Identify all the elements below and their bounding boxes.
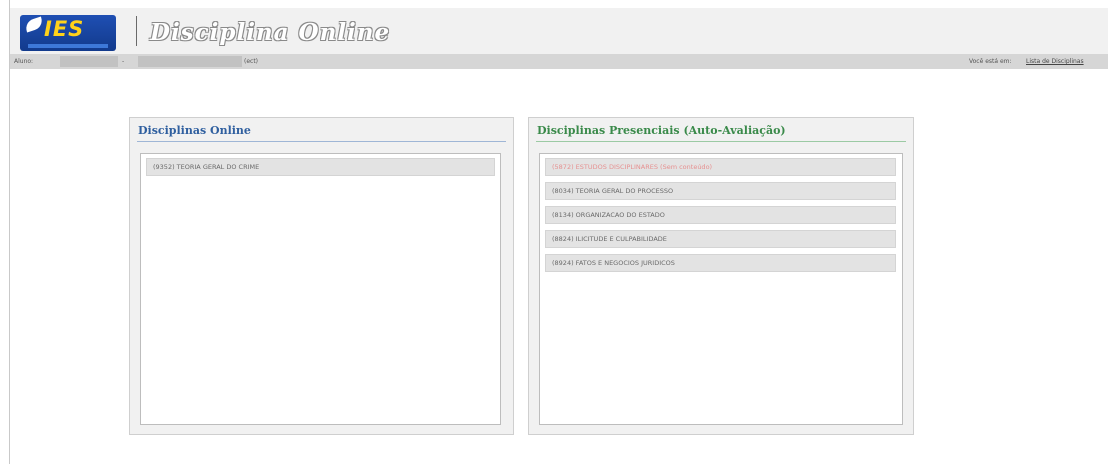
ies-logo: IES <box>20 15 116 51</box>
online-disciplines-panel: Disciplinas Online (9352) TEORIA GERAL D… <box>129 117 514 435</box>
redacted-student-name <box>138 56 242 67</box>
redacted-student-id <box>60 56 118 67</box>
student-code: (ect) <box>244 58 259 65</box>
leaf-icon <box>23 16 45 33</box>
title-divider <box>136 16 137 46</box>
online-disciplines-list: (9352) TEORIA GERAL DO CRIME <box>140 153 501 425</box>
discipline-item[interactable]: (5872) ESTUDOS DISCIPLINARES (Sem conteú… <box>545 158 896 176</box>
logo-strip <box>28 44 108 48</box>
breadcrumb-link[interactable]: Lista de Disciplinas <box>1026 58 1084 65</box>
student-label: Aluno: <box>14 58 34 65</box>
online-panel-title: Disciplinas Online <box>138 124 251 137</box>
page-left-border <box>9 0 10 464</box>
discipline-item[interactable]: (8824) ILICITUDE E CULPABILIDADE <box>545 230 896 248</box>
student-separator: - <box>122 58 125 65</box>
presencial-panel-divider <box>536 141 906 142</box>
discipline-item[interactable]: (9352) TEORIA GERAL DO CRIME <box>146 158 495 176</box>
header-bar: IES Disciplina Online <box>10 8 1108 54</box>
presencial-panel-title: Disciplinas Presenciais (Auto-Avaliação) <box>537 124 786 137</box>
presencial-disciplines-list: (5872) ESTUDOS DISCIPLINARES (Sem conteú… <box>539 153 903 425</box>
discipline-item[interactable]: (8134) ORGANIZACAO DO ESTADO <box>545 206 896 224</box>
location-label: Você está em: <box>969 58 1012 65</box>
discipline-item[interactable]: (8034) TEORIA GERAL DO PROCESSO <box>545 182 896 200</box>
app-title: Disciplina Online <box>150 19 391 46</box>
presencial-disciplines-panel: Disciplinas Presenciais (Auto-Avaliação)… <box>528 117 914 435</box>
user-info-bar: Aluno: - (ect) Você está em: Lista de Di… <box>10 54 1108 69</box>
logo-text: IES <box>44 17 85 41</box>
online-panel-divider <box>137 141 506 142</box>
discipline-item[interactable]: (8924) FATOS E NEGOCIOS JURIDICOS <box>545 254 896 272</box>
